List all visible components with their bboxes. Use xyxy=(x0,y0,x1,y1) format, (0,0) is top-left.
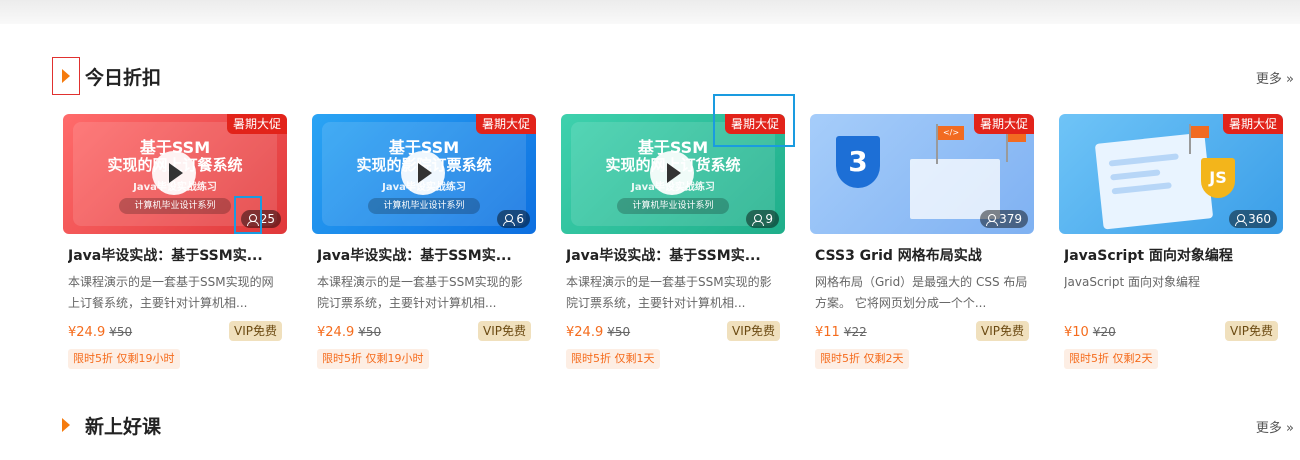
course-card[interactable]: 基于SSM 实现的网上订货系统 Java毕设实战练习 计算机毕业设计系列 暑期大… xyxy=(561,94,795,374)
student-count-value: 379 xyxy=(999,212,1022,226)
student-count-value: 25 xyxy=(259,212,275,226)
css3-logo-icon: 3 xyxy=(836,136,880,188)
student-count-value: 6 xyxy=(516,212,524,226)
course-thumbnail[interactable]: </> 3 暑期大促 379 xyxy=(810,114,1034,234)
original-price: ¥50 xyxy=(358,325,382,339)
vip-free-badge: VIP免费 xyxy=(1225,321,1278,341)
original-price: ¥20 xyxy=(1092,325,1116,339)
course-card[interactable]: JS 暑期大促 360 JavaScript 面向对象编程 JavaScript… xyxy=(1059,114,1283,374)
play-icon[interactable] xyxy=(401,151,445,195)
original-price: ¥22 xyxy=(843,325,867,339)
promo-badge: 暑期大促 xyxy=(226,114,287,134)
student-count: 379 xyxy=(980,210,1028,228)
section-header-new: 新上好课 更多 » xyxy=(52,406,1294,444)
thumbnail-series-label: 计算机毕业设计系列 xyxy=(617,198,729,214)
limited-offer-tag: 限时5折 仅剩19小时 xyxy=(317,349,429,369)
promo-badge: 暑期大促 xyxy=(973,114,1034,134)
section-header-discount: 今日折扣 更多 » xyxy=(52,57,1294,95)
vip-free-badge: VIP免费 xyxy=(727,321,780,341)
current-price: ¥11 xyxy=(815,325,840,340)
code-flag-icon: </> xyxy=(938,126,964,140)
highlight-box xyxy=(713,94,795,147)
play-icon[interactable] xyxy=(152,151,196,195)
student-count-value: 9 xyxy=(765,212,773,226)
original-price: ¥50 xyxy=(607,325,631,339)
current-price: ¥24.9 xyxy=(317,325,355,340)
course-card[interactable]: 基于SSM 实现的影院订票系统 Java毕设实战练习 计算机毕业设计系列 暑期大… xyxy=(312,114,536,374)
section-arrow-icon xyxy=(52,406,80,444)
price-row: ¥24.9 ¥50 VIP免费 xyxy=(566,321,780,341)
course-description: 本课程演示的是一套基于SSM实现的影院订票系统，主要针对计算机相... xyxy=(317,275,523,310)
price-row: ¥24.9 ¥50 VIP免费 xyxy=(68,321,282,341)
user-icon xyxy=(1235,213,1248,226)
illustration-panel xyxy=(1094,132,1214,230)
price-row: ¥10 ¥20 VIP免费 xyxy=(1064,321,1278,341)
current-price: ¥10 xyxy=(1064,325,1089,340)
panel-line xyxy=(1108,153,1179,167)
promo-badge: 暑期大促 xyxy=(475,114,536,134)
current-price: ¥24.9 xyxy=(68,325,106,340)
student-count: 360 xyxy=(1229,210,1277,228)
course-title[interactable]: JavaScript 面向对象编程 xyxy=(1064,245,1278,265)
section-arrow-icon xyxy=(52,57,80,95)
limited-offer-tag: 限时5折 仅剩1天 xyxy=(566,349,660,369)
user-icon xyxy=(986,213,999,226)
limited-offer-tag: 限时5折 仅剩2天 xyxy=(1064,349,1158,369)
user-icon xyxy=(752,213,765,226)
panel-line xyxy=(1111,182,1172,195)
limited-offer-tag: 限时5折 仅剩2天 xyxy=(815,349,909,369)
more-link[interactable]: 更多 » xyxy=(1256,68,1294,87)
course-thumbnail[interactable]: 基于SSM 实现的影院订票系统 Java毕设实战练习 计算机毕业设计系列 暑期大… xyxy=(312,114,536,234)
course-card[interactable]: 基于SSM 实现的网上订餐系统 Java毕设实战练习 计算机毕业设计系列 暑期大… xyxy=(63,114,287,374)
top-bar xyxy=(0,0,1300,24)
section-title: 今日折扣 xyxy=(85,67,162,89)
student-count: 6 xyxy=(497,210,530,228)
price-row: ¥11 ¥22 VIP免费 xyxy=(815,321,1029,341)
thumbnail-series-label: 计算机毕业设计系列 xyxy=(368,198,480,214)
current-price: ¥24.9 xyxy=(566,325,604,340)
play-icon[interactable] xyxy=(650,151,694,195)
section-title: 新上好课 xyxy=(85,416,162,438)
course-title[interactable]: Java毕设实战：基于SSM实... xyxy=(566,245,780,265)
original-price: ¥50 xyxy=(109,325,133,339)
vip-free-badge: VIP免费 xyxy=(976,321,1029,341)
flag-icon xyxy=(1191,126,1209,138)
course-description: 本课程演示的是一套基于SSM实现的网上订餐系统，主要针对计算机相... xyxy=(68,275,274,310)
highlight-box xyxy=(234,196,262,234)
course-title[interactable]: Java毕设实战：基于SSM实... xyxy=(317,245,531,265)
promo-badge: 暑期大促 xyxy=(1222,114,1283,134)
limited-offer-tag: 限时5折 仅剩19小时 xyxy=(68,349,180,369)
student-count-value: 360 xyxy=(1248,212,1271,226)
course-description: JavaScript 面向对象编程 xyxy=(1064,275,1200,289)
course-description: 本课程演示的是一套基于SSM实现的影院订票系统，主要针对计算机相... xyxy=(566,275,772,310)
thumbnail-series-label: 计算机毕业设计系列 xyxy=(119,198,231,214)
vip-free-badge: VIP免费 xyxy=(229,321,282,341)
course-title[interactable]: CSS3 Grid 网格布局实战 xyxy=(815,245,1029,265)
student-count: 9 xyxy=(746,210,779,228)
panel-line xyxy=(1110,169,1161,181)
course-card[interactable]: </> 3 暑期大促 379 CSS3 Grid 网格布局实战 网格布局（Gri… xyxy=(810,114,1034,374)
course-description: 网格布局（Grid）是最强大的 CSS 布局方案。 它将网页划分成一个个... xyxy=(815,275,1028,310)
user-icon xyxy=(503,213,516,226)
price-row: ¥24.9 ¥50 VIP免费 xyxy=(317,321,531,341)
course-thumbnail[interactable]: JS 暑期大促 360 xyxy=(1059,114,1283,234)
vip-free-badge: VIP免费 xyxy=(478,321,531,341)
course-title[interactable]: Java毕设实战：基于SSM实... xyxy=(68,245,282,265)
js-logo-icon: JS xyxy=(1201,158,1235,198)
more-link[interactable]: 更多 » xyxy=(1256,417,1294,436)
